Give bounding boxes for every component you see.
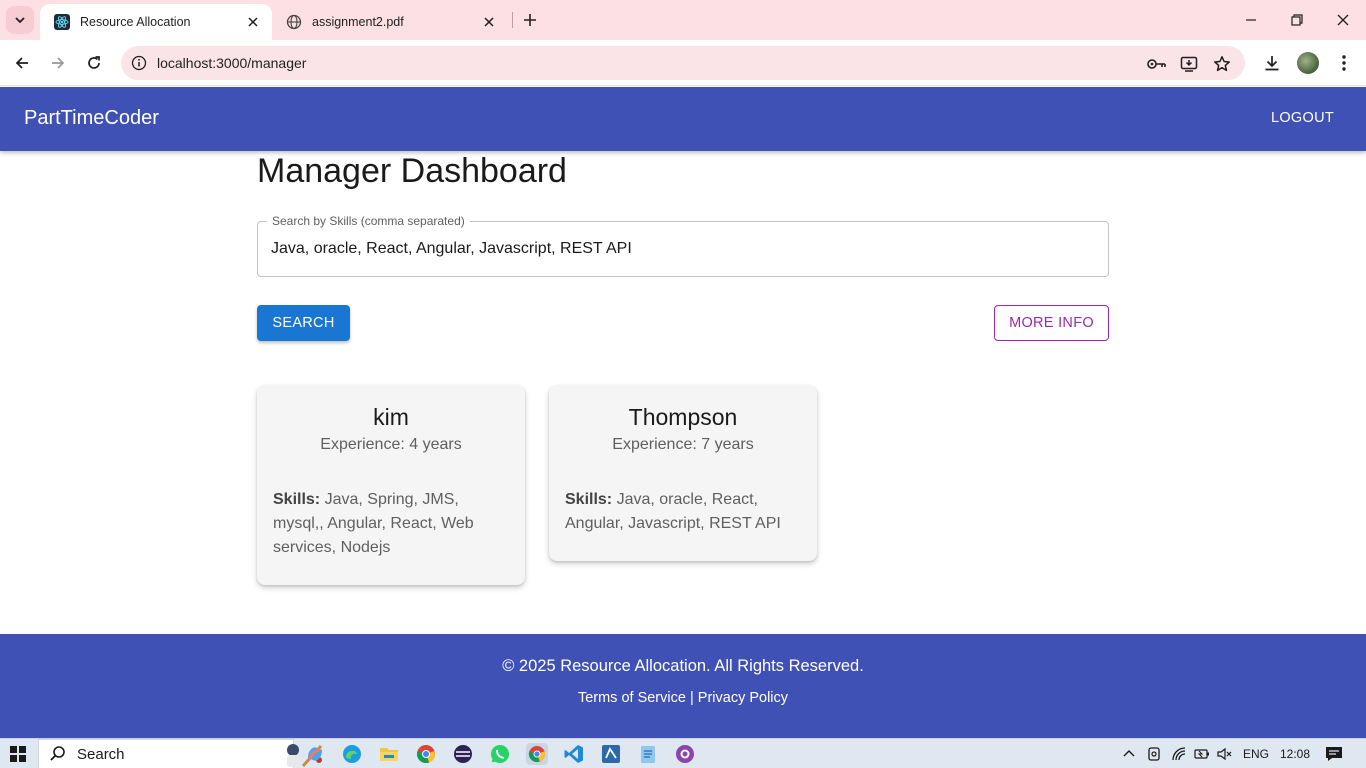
copilot-icon[interactable] (304, 743, 326, 765)
camera-in-use-icon[interactable] (1146, 746, 1162, 762)
page-footer: © 2025 Resource Allocation. All Rights R… (0, 634, 1366, 738)
resource-card: kim Experience: 4 years Skills: Java, Sp… (257, 385, 525, 585)
search-button[interactable]: SEARCH (257, 305, 350, 341)
tab-resource-allocation[interactable]: Resource Allocation (40, 4, 272, 40)
forward-button[interactable] (45, 50, 71, 76)
password-key-icon[interactable] (1146, 53, 1168, 75)
whatsapp-icon[interactable] (489, 743, 511, 765)
resource-name: Thompson (628, 404, 738, 430)
more-info-button[interactable]: MORE INFO (994, 305, 1109, 341)
taskbar-search-label: Search (77, 746, 125, 763)
browser-toolbar: localhost:3000/manager (0, 40, 1366, 86)
arrow-left-icon (15, 57, 28, 69)
chrome-icon[interactable] (415, 743, 437, 765)
tab-search-button[interactable] (6, 6, 34, 34)
resource-skills: Skills: Java, oracle, React, Angular, Ja… (565, 488, 801, 536)
back-button[interactable] (9, 50, 35, 76)
file-explorer-icon[interactable] (378, 743, 400, 765)
wifi-icon[interactable] (1171, 746, 1187, 762)
close-icon (1337, 14, 1349, 26)
privacy-policy-link[interactable]: Privacy Policy (698, 690, 788, 706)
download-icon (1265, 56, 1279, 71)
close-tab-icon[interactable] (480, 13, 498, 31)
chrome-active-icon[interactable] (526, 743, 548, 765)
close-tab-icon[interactable] (244, 13, 262, 31)
new-tab-button[interactable] (519, 9, 541, 31)
more-vertical-icon (1342, 55, 1346, 71)
site-info-icon[interactable] (127, 51, 151, 75)
eclipse-icon[interactable] (452, 743, 474, 765)
vscode-icon[interactable] (563, 743, 585, 765)
windows-start-icon[interactable] (10, 746, 26, 762)
profile-avatar[interactable] (1297, 52, 1319, 74)
chevron-down-icon (15, 17, 25, 24)
bookmark-star-icon[interactable] (1211, 53, 1233, 75)
input-language[interactable]: ENG (1243, 747, 1269, 761)
show-hidden-icons-chevron-up-icon[interactable] (1123, 748, 1135, 760)
sql-developer-icon[interactable] (600, 743, 622, 765)
reload-button[interactable] (81, 50, 107, 76)
tab-title: Resource Allocation (80, 15, 191, 29)
notepad-icon[interactable] (637, 743, 659, 765)
search-icon (50, 746, 65, 761)
copyright-text: © 2025 Resource Allocation. All Rights R… (502, 657, 864, 675)
url-text: localhost:3000/manager (157, 55, 307, 71)
taskbar-clock[interactable]: 12:08 (1280, 747, 1310, 761)
downloads-button[interactable] (1259, 50, 1285, 76)
globe-icon (286, 14, 302, 30)
notifications-icon[interactable] (1325, 746, 1343, 762)
app-header: PartTimeCoder LOGOUT (0, 87, 1366, 151)
plus-icon (524, 14, 536, 26)
logout-button[interactable]: LOGOUT (1263, 108, 1342, 128)
taskbar-search-box[interactable]: Search (38, 739, 323, 768)
restore-icon (1291, 14, 1303, 26)
edge-icon[interactable] (341, 743, 363, 765)
brand-logo[interactable]: PartTimeCoder (24, 107, 159, 130)
footer-link-separator: | (689, 690, 694, 706)
address-bar[interactable]: localhost:3000/manager (121, 46, 1245, 80)
restore-button[interactable] (1285, 8, 1309, 32)
arrow-right-icon (52, 57, 65, 69)
browser-menu-button[interactable] (1331, 50, 1357, 76)
resource-experience: Experience: 7 years (612, 436, 754, 453)
skills-label: Skills: (273, 491, 321, 508)
resource-name: kim (373, 404, 409, 430)
resource-card: Thompson Experience: 7 years Skills: Jav… (549, 385, 817, 561)
page-title: Manager Dashboard (257, 152, 567, 190)
tab-assignment-pdf[interactable]: assignment2.pdf (278, 4, 508, 40)
skills-search-field[interactable]: Search by Skills (comma separated) Java,… (257, 214, 1109, 277)
footer-links: Terms of Service | Privacy Policy (0, 690, 1366, 706)
resource-skills: Skills: Java, Spring, JMS, mysql,, Angul… (273, 488, 509, 560)
skills-search-input[interactable]: Java, oracle, React, Angular, Javascript… (271, 240, 632, 258)
resource-experience: Experience: 4 years (320, 436, 462, 453)
browser-tab-bar: Resource Allocation assignment2.pdf (0, 0, 1366, 40)
minimize-icon (1246, 19, 1256, 21)
skills-label: Skills: (565, 491, 613, 508)
react-icon (54, 14, 70, 30)
skills-search-label: Search by Skills (comma separated) (267, 214, 470, 228)
volume-muted-icon[interactable] (1216, 746, 1232, 762)
battery-icon[interactable] (1194, 747, 1210, 761)
close-window-button[interactable] (1331, 8, 1355, 32)
reload-icon (88, 56, 100, 69)
terms-of-service-link[interactable]: Terms of Service (578, 690, 686, 706)
install-app-icon[interactable] (1178, 53, 1200, 75)
github-desktop-icon[interactable] (674, 743, 696, 765)
minimize-button[interactable] (1239, 8, 1263, 32)
tab-title: assignment2.pdf (312, 15, 404, 29)
tab-separator (512, 12, 513, 28)
windows-taskbar: Search ENG 12:08 (0, 738, 1366, 768)
